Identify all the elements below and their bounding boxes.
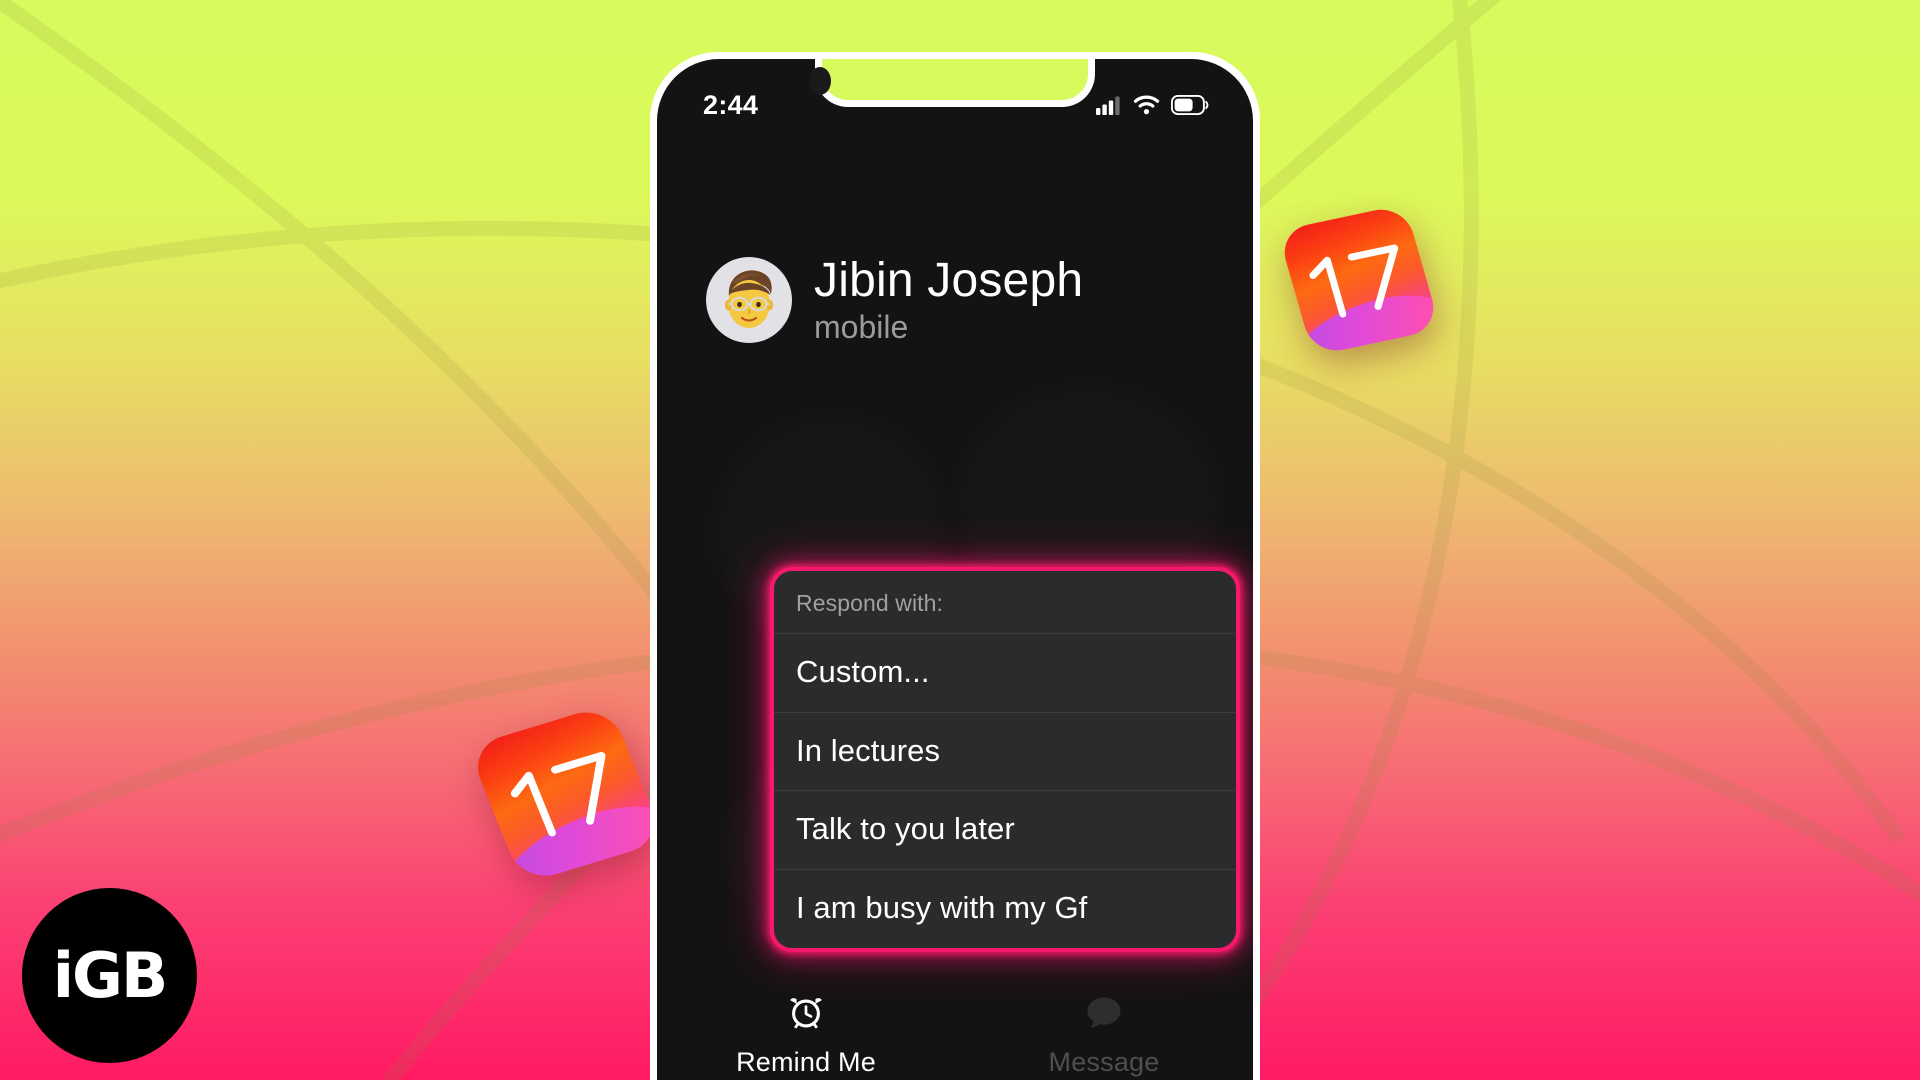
message-label: Message — [1048, 1047, 1160, 1077]
signal-bars-icon — [1096, 95, 1122, 115]
caller-info: Jibin Joseph mobile — [706, 255, 1083, 346]
respond-option-3[interactable]: I am busy with my Gf — [774, 869, 1236, 948]
remind-me-button[interactable]: Remind Me — [657, 991, 955, 1078]
caller-name: Jibin Joseph — [814, 254, 1084, 307]
alarm-clock-icon — [788, 991, 824, 1033]
status-bar-time: 2:44 — [703, 89, 759, 120]
respond-option-1[interactable]: In lectures — [774, 711, 1236, 791]
message-bubble-icon — [1085, 991, 1123, 1033]
message-button[interactable]: Message — [955, 991, 1253, 1078]
status-bar: 2:44 — [657, 85, 1253, 125]
battery-icon — [1171, 95, 1209, 115]
igb-logo-text: iGB — [52, 938, 168, 1012]
respond-option-custom[interactable]: Custom... — [774, 633, 1236, 712]
call-action-bar: Remind Me Message — [657, 991, 1253, 1078]
memoji-avatar — [706, 257, 792, 344]
igb-watermark-logo: iGB — [22, 888, 197, 1063]
iphone-mockup: 2:44 Jibin Joseph mobile Respond with: C… — [650, 52, 1260, 1080]
respond-option-2[interactable]: Talk to you later — [774, 790, 1236, 870]
respond-with-sheet: Respond with: Custom... In lectures Talk… — [770, 567, 1240, 952]
status-bar-indicators — [1096, 95, 1209, 115]
wifi-icon — [1133, 95, 1160, 115]
phone-frame: 2:44 Jibin Joseph mobile Respond with: C… — [650, 52, 1260, 1080]
caller-label: mobile — [814, 308, 909, 345]
phone-screen: 2:44 Jibin Joseph mobile Respond with: C… — [657, 59, 1253, 1080]
caller-text: Jibin Joseph mobile — [814, 255, 1083, 346]
screenshot-canvas: iGB 2:44 Jibin Joseph mobile Respond wit… — [0, 0, 1920, 1080]
remind-me-label: Remind Me — [736, 1047, 876, 1077]
respond-with-title: Respond with: — [774, 571, 1236, 633]
